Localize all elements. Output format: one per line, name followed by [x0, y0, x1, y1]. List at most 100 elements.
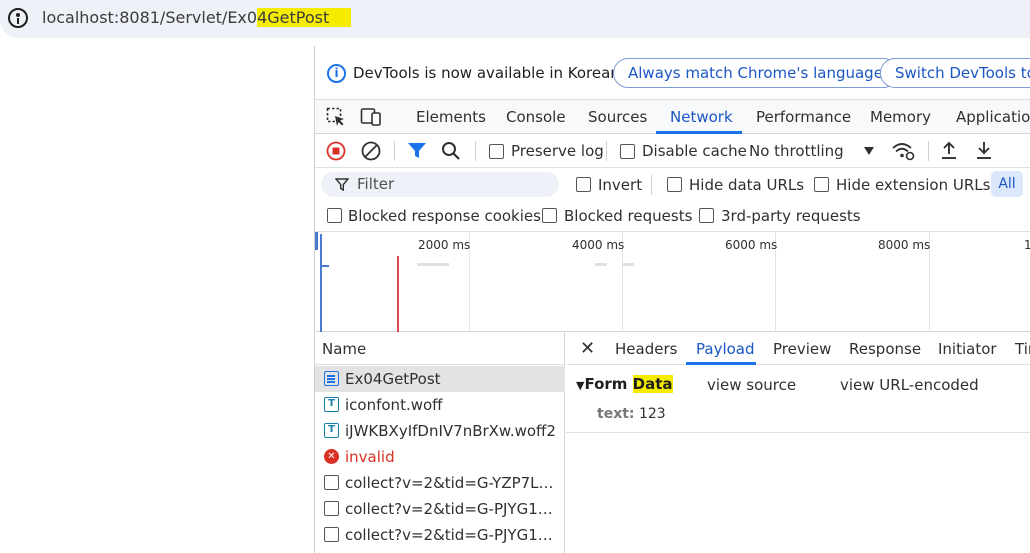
form-data-entry: text: 123	[597, 406, 666, 422]
timeline-tick-label: 2000 ms	[418, 238, 471, 252]
third-party-label: 3rd-party requests	[721, 207, 861, 225]
request-row[interactable]: collect?v=2&tid=G-PJYG13CD…	[315, 496, 565, 522]
request-row[interactable]: collect?v=2&tid=G-PJYG13CD…	[315, 522, 565, 548]
device-toolbar-icon[interactable]	[360, 107, 382, 127]
tab-performance[interactable]: Performance	[756, 108, 851, 126]
error-icon: ✕	[324, 449, 339, 464]
url-plain: localhost:8081/Servlet/Ex0	[42, 8, 258, 27]
tab-response[interactable]: Response	[849, 340, 921, 358]
tab-memory[interactable]: Memory	[870, 108, 931, 126]
language-notice-bar: i DevTools is now available in Korean! A…	[315, 46, 1030, 100]
tab-application[interactable]: Application	[956, 108, 1030, 126]
network-toolbar: Preserve log Disable cache No throttling	[315, 134, 1030, 168]
tab-sources[interactable]: Sources	[588, 108, 647, 126]
view-source-link[interactable]: view source	[707, 376, 796, 394]
form-data-header[interactable]: ▼Form Data	[576, 375, 673, 393]
document-icon	[324, 371, 339, 386]
hide-extension-urls-checkbox[interactable]	[814, 177, 829, 192]
chevron-down-icon[interactable]	[863, 146, 875, 156]
form-data-title-b: Data	[632, 375, 673, 393]
url-text[interactable]: localhost:8081/Servlet/Ex04GetPost	[42, 8, 352, 27]
request-row[interactable]: ✕ invalid	[315, 444, 565, 470]
filter-all-button[interactable]: All	[991, 171, 1023, 197]
form-key: text:	[597, 406, 635, 422]
clear-icon[interactable]	[361, 141, 381, 161]
always-match-language-button[interactable]: Always match Chrome's language	[613, 58, 898, 88]
blocked-requests-checkbox[interactable]	[542, 208, 557, 223]
network-conditions-icon[interactable]	[891, 141, 915, 161]
request-name: collect?v=2&tid=G-PJYG13CD…	[345, 500, 561, 518]
address-bar[interactable]: localhost:8081/Servlet/Ex04GetPost	[0, 0, 1030, 38]
filter-row: Filter Invert Hide data URLs Hide extens…	[315, 168, 1030, 200]
tab-console[interactable]: Console	[506, 108, 566, 126]
devtools-tab-bar: Elements Console Sources Network Perform…	[315, 100, 1030, 134]
request-list: Name Ex04GetPost T iconfont.woff T iJWKB…	[315, 332, 565, 553]
toolbar-divider	[651, 175, 652, 195]
name-column-label: Name	[322, 340, 367, 358]
font-icon: T	[324, 423, 339, 438]
request-name: collect?v=2&tid=G-YZP7L66R…	[345, 474, 561, 492]
search-icon[interactable]	[441, 141, 461, 161]
timeline-tick-label: 6000 ms	[725, 238, 778, 252]
view-url-encoded-link[interactable]: view URL-encoded	[840, 376, 979, 394]
request-row[interactable]: Ex04GetPost	[315, 366, 565, 392]
tab-preview[interactable]: Preview	[773, 340, 831, 358]
disable-cache-checkbox[interactable]	[620, 144, 635, 159]
blank-icon	[324, 501, 339, 516]
invert-checkbox[interactable]	[576, 177, 591, 192]
timeline-tick-label: 1	[1024, 238, 1030, 252]
tab-network[interactable]: Network	[670, 108, 733, 126]
export-har-icon[interactable]	[975, 140, 993, 160]
filter-input[interactable]: Filter	[321, 172, 559, 197]
switch-devtools-language-button[interactable]: Switch DevTools to K	[880, 58, 1030, 88]
blocked-cookies-label: Blocked response cookies	[348, 207, 541, 225]
request-name: iJWKBXyIfDnIV7nBrXw.woff2	[345, 422, 556, 440]
request-row[interactable]: T iJWKBXyIfDnIV7nBrXw.woff2	[315, 418, 565, 444]
hide-data-urls-label: Hide data URLs	[689, 176, 805, 194]
tab-elements[interactable]: Elements	[416, 108, 486, 126]
tab-headers[interactable]: Headers	[615, 340, 677, 358]
hide-data-urls-checkbox[interactable]	[667, 177, 682, 192]
request-name: collect?v=2&tid=G-PJYG13CD…	[345, 526, 561, 544]
tab-initiator[interactable]: Initiator	[938, 340, 997, 358]
stop-recording-icon[interactable]	[326, 141, 346, 161]
blocked-cookies-checkbox[interactable]	[327, 208, 342, 223]
detail-tab-bar: ✕ Headers Payload Preview Response Initi…	[566, 332, 1030, 365]
timeline-selection-handle[interactable]	[315, 232, 318, 250]
import-har-icon[interactable]	[940, 140, 958, 160]
blank-icon	[324, 475, 339, 490]
preserve-log-checkbox[interactable]	[489, 144, 504, 159]
network-timeline-overview[interactable]: 2000 ms 4000 ms 6000 ms 8000 ms 1	[315, 232, 1030, 332]
request-row[interactable]: T iconfont.woff	[315, 392, 565, 418]
info-icon: i	[327, 64, 346, 83]
request-row[interactable]: collect?v=2&tid=G-YZP7L66R…	[315, 470, 565, 496]
request-bar	[417, 263, 449, 266]
tab-timing[interactable]: Tir	[1015, 340, 1030, 358]
invert-label: Invert	[598, 176, 643, 194]
filter-icon[interactable]	[407, 142, 427, 160]
toolbar-divider	[394, 141, 395, 161]
tab-payload[interactable]: Payload	[696, 340, 755, 358]
preserve-log-label: Preserve log	[511, 142, 604, 160]
form-data-section: ▼Form Data view source view URL-encoded …	[566, 365, 1030, 433]
request-bar	[320, 265, 329, 267]
site-info-icon[interactable]	[8, 8, 28, 28]
request-bar	[622, 263, 634, 266]
request-name: Ex04GetPost	[345, 370, 441, 388]
throttling-select[interactable]: No throttling	[749, 142, 844, 160]
timeline-tick-label: 4000 ms	[572, 238, 625, 252]
toolbar-divider	[475, 141, 476, 161]
close-icon[interactable]: ✕	[580, 338, 595, 359]
load-event-marker	[397, 256, 399, 332]
third-party-checkbox[interactable]	[699, 208, 714, 223]
request-bar	[595, 263, 607, 266]
toolbar-divider	[606, 141, 607, 161]
request-details: ✕ Headers Payload Preview Response Initi…	[566, 332, 1030, 553]
font-icon: T	[324, 397, 339, 412]
filter-funnel-icon	[335, 178, 349, 191]
disable-cache-label: Disable cache	[642, 142, 747, 160]
notice-message: DevTools is now available in Korean!	[353, 64, 626, 82]
form-data-title-a: Form	[584, 375, 633, 393]
inspect-element-icon[interactable]	[326, 107, 346, 127]
name-column-header[interactable]: Name	[315, 332, 565, 365]
